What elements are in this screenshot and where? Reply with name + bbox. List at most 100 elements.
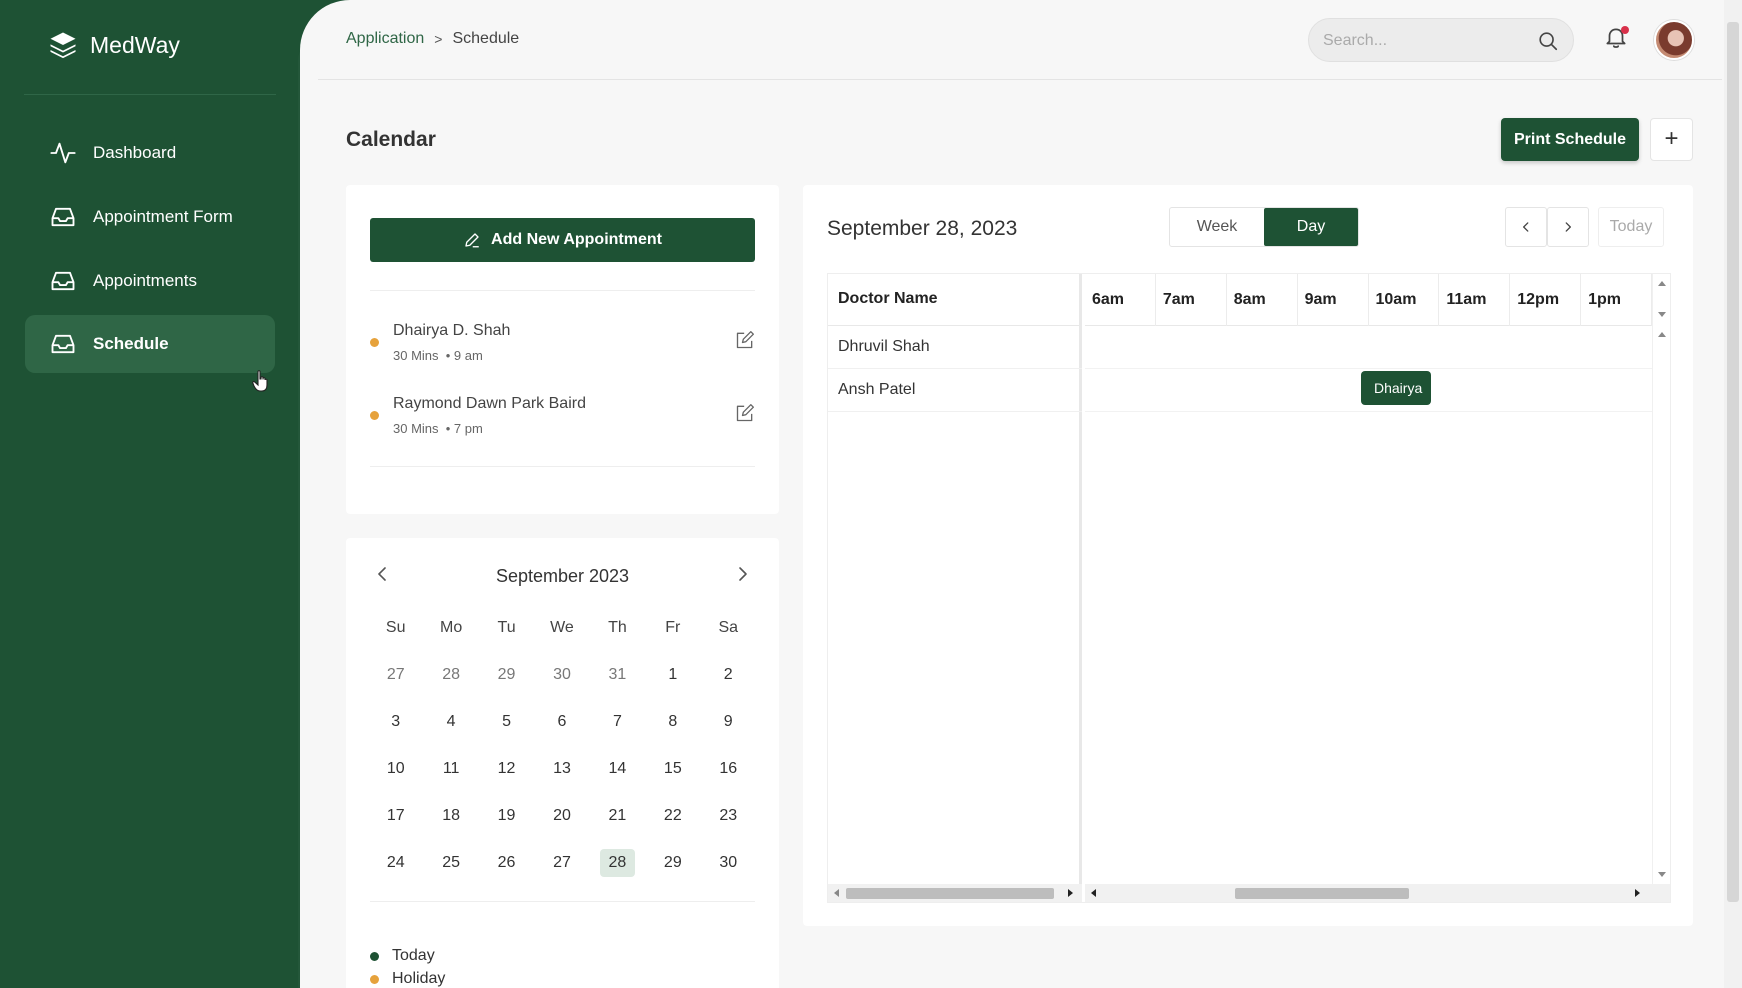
search-input[interactable]	[1323, 29, 1523, 53]
scroll-right-arrow[interactable]	[1068, 889, 1073, 897]
appointment-duration: 30 Mins	[393, 348, 439, 363]
calendar-day[interactable]: 14	[590, 760, 645, 778]
notifications-button[interactable]	[1603, 24, 1633, 54]
calendar-day[interactable]: 7	[590, 713, 645, 731]
calendar-day[interactable]: 31	[590, 666, 645, 684]
view-day-button[interactable]: Day	[1264, 208, 1358, 246]
doctor-row: Ansh Patel	[828, 369, 1082, 412]
calendar-day[interactable]: 28	[423, 666, 478, 684]
calendar-day[interactable]: 12	[479, 760, 534, 778]
add-new-appointment-button[interactable]: Add New Appointment	[370, 218, 755, 262]
divider	[370, 901, 755, 902]
notification-dot	[1621, 26, 1629, 34]
add-button[interactable]: +	[1650, 118, 1693, 161]
calendar-day[interactable]: 23	[701, 807, 756, 825]
list-item[interactable]: Raymond Dawn Park Baird 30 Mins • 7 pm	[370, 393, 755, 443]
scrollbar-thumb[interactable]	[846, 888, 1054, 899]
calendar-day[interactable]: 8	[645, 713, 700, 731]
calendar-day[interactable]: 27	[368, 666, 423, 684]
calendar-day[interactable]: 2	[701, 666, 756, 684]
scrollbar-thumb[interactable]	[1235, 888, 1409, 899]
sidebar-item-appointments[interactable]: Appointments	[25, 252, 275, 310]
legend-label: Today	[392, 947, 435, 964]
app-logo[interactable]: MedWay	[48, 30, 180, 60]
calendar-day[interactable]: 29	[645, 854, 700, 872]
edit-icon[interactable]	[735, 403, 755, 423]
appointment-duration: 30 Mins	[393, 421, 439, 436]
scroll-right-arrow[interactable]	[1635, 889, 1640, 897]
weekday-label: Tu	[497, 618, 516, 636]
calendar-day[interactable]: 30	[534, 666, 589, 684]
calendar-day[interactable]: 24	[368, 854, 423, 872]
calendar-day[interactable]: 1	[645, 666, 700, 684]
view-week-button[interactable]: Week	[1170, 208, 1264, 246]
weekday-label: Mo	[440, 618, 463, 636]
doctor-column: Doctor Name Dhruvil Shah Ansh Patel	[828, 274, 1082, 902]
calendar-day[interactable]: 27	[534, 854, 589, 872]
calendar-day[interactable]: 18	[423, 807, 478, 825]
calendar-day[interactable]: 6	[534, 713, 589, 731]
calendar-day[interactable]: 5	[479, 713, 534, 731]
breadcrumb: Application > Schedule	[346, 30, 519, 48]
app-name: MedWay	[90, 31, 180, 58]
legend-dot	[370, 951, 379, 961]
calendar-day-selected[interactable]: 28	[590, 848, 645, 877]
calendar-day[interactable]: 22	[645, 807, 700, 825]
calendar-day[interactable]: 19	[479, 807, 534, 825]
calendar-day[interactable]: 3	[368, 713, 423, 731]
calendar-day[interactable]: 10	[368, 760, 423, 778]
edit-icon[interactable]	[735, 330, 755, 350]
avatar[interactable]	[1654, 20, 1694, 60]
activity-icon	[50, 142, 76, 164]
scroll-up-arrow[interactable]	[1658, 281, 1666, 286]
sidebar-item-appointment-form[interactable]: Appointment Form	[25, 188, 275, 246]
scheduler-card: September 28, 2023 Week Day Today Doctor…	[803, 185, 1693, 926]
scroll-left-arrow[interactable]	[834, 889, 839, 897]
today-button[interactable]: Today	[1598, 207, 1664, 247]
calendar-day[interactable]: 15	[645, 760, 700, 778]
search-icon[interactable]	[1537, 30, 1559, 52]
legend-label: Holiday	[392, 970, 446, 987]
page-scrollbar-thumb[interactable]	[1727, 22, 1739, 902]
calendar-day[interactable]: 25	[423, 854, 478, 872]
calendar-day[interactable]: 17	[368, 807, 423, 825]
scroll-down-arrow[interactable]	[1658, 872, 1666, 877]
chevron-right-icon[interactable]	[731, 562, 755, 586]
week-row: 27 28 29 30 31 1 2	[368, 651, 756, 698]
calendar-day[interactable]: 30	[701, 854, 756, 872]
sidebar-item-schedule[interactable]: Schedule	[25, 315, 275, 373]
page-scrollbar[interactable]	[1724, 0, 1742, 988]
list-item[interactable]: Dhairya D. Shah 30 Mins • 9 am	[370, 320, 755, 370]
calendar-day[interactable]: 11	[423, 760, 478, 778]
calendar-day[interactable]: 26	[479, 854, 534, 872]
next-day-button[interactable]	[1547, 207, 1589, 247]
scroll-down-arrow[interactable]	[1658, 312, 1666, 317]
calendar-day[interactable]: 13	[534, 760, 589, 778]
horizontal-scrollbar[interactable]	[828, 884, 1082, 902]
breadcrumb-separator: >	[434, 31, 443, 47]
status-dot	[370, 338, 379, 347]
divider	[370, 466, 755, 467]
top-bar: Application > Schedule	[318, 0, 1722, 80]
calendar-day[interactable]: 4	[423, 713, 478, 731]
sidebar-item-dashboard[interactable]: Dashboard	[25, 124, 275, 182]
breadcrumb-application[interactable]: Application	[346, 30, 424, 48]
legend-today: Today	[370, 947, 435, 965]
timeline-row[interactable]	[1085, 326, 1652, 369]
prev-day-button[interactable]	[1505, 207, 1547, 247]
calendar-day[interactable]: 20	[534, 807, 589, 825]
chevron-right-icon	[1565, 222, 1571, 232]
calendar-day[interactable]: 9	[701, 713, 756, 731]
calendar-day[interactable]: 16	[701, 760, 756, 778]
scroll-up-arrow[interactable]	[1658, 332, 1666, 337]
vertical-scrollbar[interactable]	[1652, 274, 1670, 884]
print-schedule-button[interactable]: Print Schedule	[1501, 118, 1639, 161]
appointment-name: Dhairya D. Shah	[393, 322, 511, 339]
calendar-day[interactable]: 21	[590, 807, 645, 825]
horizontal-scrollbar[interactable]	[1085, 884, 1670, 902]
time-slot-label: 12pm	[1510, 274, 1582, 326]
appointment-time: 7 pm	[453, 421, 483, 436]
appointment-event[interactable]: Dhairya	[1361, 371, 1431, 405]
calendar-day[interactable]: 29	[479, 666, 534, 684]
scroll-left-arrow[interactable]	[1091, 889, 1096, 897]
